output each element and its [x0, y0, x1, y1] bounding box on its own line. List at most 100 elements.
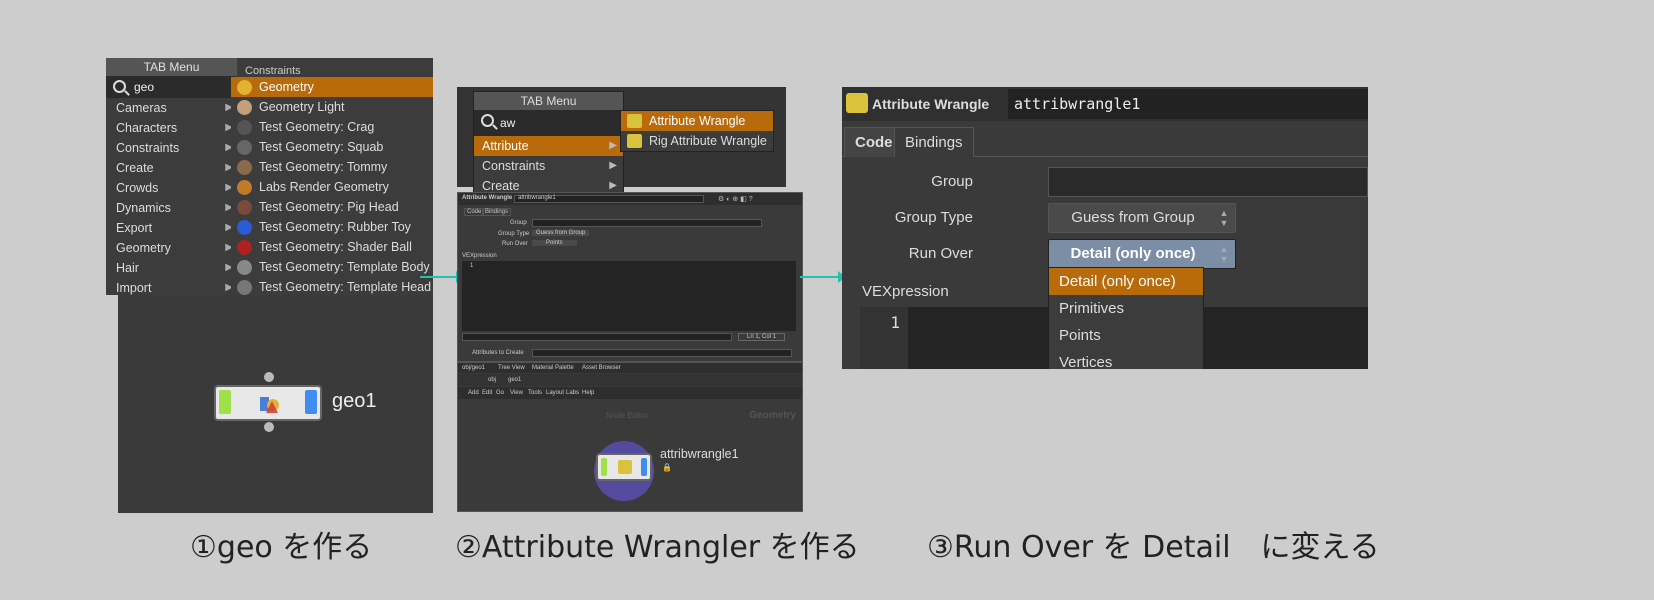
path-obj[interactable]: obj — [488, 377, 496, 383]
category-item[interactable]: Import ▶ — [106, 278, 237, 295]
tab-menu-title: TAB Menu — [106, 58, 237, 76]
menu-tools[interactable]: Tools — [528, 390, 542, 396]
category-label: Export — [116, 221, 153, 235]
category-item[interactable]: Create ▶ — [106, 158, 237, 178]
vex-code-editor[interactable] — [462, 261, 796, 331]
net-tab-3[interactable]: Asset Browser — [582, 365, 621, 371]
param-header: Attribute Wrangle attribwrangle1 — [842, 87, 1368, 121]
submenu-label: Attribute Wrangle — [649, 114, 746, 128]
dropdown-option[interactable]: Points — [1049, 322, 1203, 349]
category-item[interactable]: Export ▶ — [106, 218, 237, 238]
net-tab-1[interactable]: Tree View — [498, 365, 525, 371]
param-toolbar-icons[interactable]: ⚙ ◐ ⊕ ◧ ? — [718, 195, 798, 203]
submenu-item[interactable]: Geometry — [231, 77, 433, 97]
tab-menu-search-input[interactable]: aw — [474, 110, 623, 136]
node-output-connector[interactable] — [264, 422, 274, 432]
node-name-field[interactable]: attribwrangle1 — [1008, 89, 1368, 119]
parameter-editor-small: Attribute Wrangle attribwrangle1 ⚙ ◐ ⊕ ◧… — [457, 192, 803, 362]
category-item[interactable]: Dynamics ▶ — [106, 198, 237, 218]
submenu-item[interactable]: Test Geometry: Crag — [231, 117, 433, 137]
submenu-label: Rig Attribute Wrangle — [649, 134, 767, 148]
net-tab-2[interactable]: Material Palette — [532, 365, 574, 371]
stepper-icon: ▲ ▼ — [1219, 208, 1229, 228]
submenu-item[interactable]: Test Geometry: Rubber Toy — [231, 217, 433, 237]
category-item[interactable]: Geometry ▶ — [106, 238, 237, 258]
node-type-icon — [237, 100, 252, 115]
network-editor-small: obj/geo1 Tree View Material Palette Asse… — [457, 362, 803, 512]
geo-node[interactable] — [214, 385, 322, 421]
category-item[interactable]: Constraints ▶ — [106, 138, 237, 158]
node-type-icon — [237, 140, 252, 155]
submenu-label: Test Geometry: Pig Head — [259, 200, 399, 214]
run-over-dropdown: Detail (only once) Primitives Points Vertic… — [1048, 267, 1204, 369]
tab-menu-search-input[interactable]: geo — [106, 76, 237, 98]
run-over-select[interactable]: Detail (only once) ▲ ▼ — [1048, 239, 1236, 269]
category-label: Dynamics — [116, 201, 171, 215]
group-field[interactable] — [532, 219, 762, 227]
group-field[interactable] — [1048, 167, 1368, 197]
stepper-icon: ▲ ▼ — [1219, 244, 1229, 264]
param-tabs: Code Bindings — [842, 127, 1368, 157]
category-item[interactable]: Crowds ▶ — [106, 178, 237, 198]
menu-help[interactable]: Help — [582, 390, 594, 396]
category-item[interactable]: Create ▶ — [474, 176, 623, 193]
group-type-select[interactable]: Guess from Group — [532, 230, 590, 236]
category-label: Import — [116, 281, 152, 295]
category-item[interactable]: Hair ▶ — [106, 258, 237, 278]
menu-view[interactable]: View — [510, 390, 523, 396]
cursor-status: Ln 1, Col 1 — [738, 333, 786, 341]
category-label: Create — [116, 161, 154, 175]
category-item[interactable]: Attribute ▶ — [474, 136, 623, 156]
render-flag[interactable] — [305, 390, 317, 414]
search-icon — [481, 114, 494, 127]
run-over-select[interactable]: Points — [532, 240, 577, 246]
submenu-item[interactable]: Test Geometry: Template Head — [231, 277, 433, 295]
display-flag[interactable] — [219, 390, 231, 414]
menu-edit[interactable]: Edit — [482, 390, 492, 396]
attribwrangle-node[interactable] — [596, 453, 652, 481]
attrs-to-create-field[interactable] — [532, 349, 792, 357]
submenu-label: Labs Render Geometry — [259, 180, 389, 194]
dropdown-option[interactable]: Primitives — [1049, 295, 1203, 322]
dropdown-option[interactable]: Detail (only once) — [1049, 268, 1203, 295]
category-label: Create — [482, 179, 520, 193]
submenu-item[interactable]: Labs Render Geometry — [231, 177, 433, 197]
category-item[interactable]: Characters ▶ — [106, 118, 237, 138]
parameter-editor: Attribute Wrangle attribwrangle1 Code Bi… — [842, 87, 1368, 369]
submenu-arrow-icon: ▶ — [609, 140, 617, 151]
category-item[interactable]: Cameras ▶ — [106, 98, 237, 118]
tab-bindings[interactable]: Bindings — [482, 208, 512, 216]
submenu-item[interactable]: Geometry Light — [231, 97, 433, 117]
submenu-label: Test Geometry: Template Body — [259, 260, 430, 274]
wrangle-icon — [846, 93, 868, 113]
menu-go[interactable]: Go — [496, 390, 504, 396]
search-value: aw — [500, 116, 516, 130]
wrangle-node-label: attribwrangle1 — [660, 447, 739, 461]
submenu-item[interactable]: Test Geometry: Squab — [231, 137, 433, 157]
param-name[interactable]: attribwrangle1 — [518, 195, 556, 201]
submenu-item[interactable]: Rig Attribute Wrangle — [621, 131, 773, 151]
menu-add[interactable]: Add — [468, 390, 479, 396]
submenu-item[interactable]: Test Geometry: Template Body — [231, 257, 433, 277]
category-label: Crowds — [116, 181, 159, 195]
path-geo1[interactable]: geo1 — [508, 377, 521, 383]
menu-labs[interactable]: Labs — [566, 390, 579, 396]
net-tab-0[interactable]: obj/geo1 — [462, 365, 485, 371]
tab-bindings[interactable]: Bindings — [894, 127, 974, 157]
submenu-item[interactable]: Test Geometry: Pig Head — [231, 197, 433, 217]
wrangle-icon — [627, 114, 642, 128]
submenu-item[interactable]: Test Geometry: Shader Ball — [231, 237, 433, 257]
dropdown-option[interactable]: Vertices — [1049, 349, 1203, 369]
run-over-value: Detail (only once) — [1070, 245, 1196, 262]
node-input-connector[interactable] — [264, 372, 274, 382]
menu-layout[interactable]: Layout — [546, 390, 564, 396]
category-item[interactable]: Constraints ▶ — [474, 156, 623, 176]
submenu-item[interactable]: Test Geometry: Tommy — [231, 157, 433, 177]
submenu-label: Test Geometry: Tommy — [259, 160, 388, 174]
submenu-item[interactable]: Attribute Wrangle — [621, 111, 773, 131]
group-type-select[interactable]: Guess from Group ▲ ▼ — [1048, 203, 1236, 233]
submenu-label: Geometry — [259, 80, 314, 94]
category-label: Cameras — [116, 101, 167, 115]
attrs-to-create-label: Attributes to Create — [472, 350, 524, 356]
run-over-label: Run Over — [502, 241, 528, 247]
